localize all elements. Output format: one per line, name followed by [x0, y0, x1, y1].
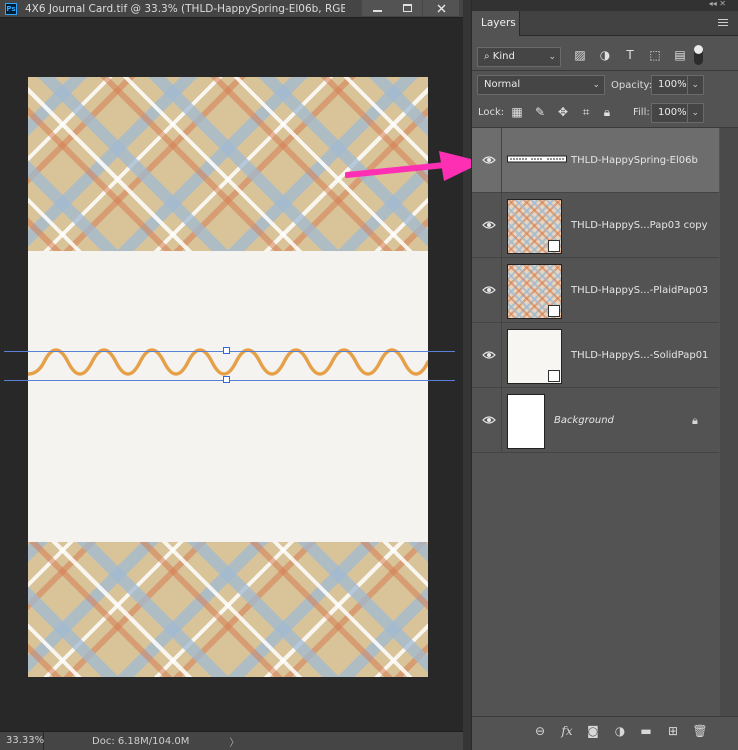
opacity-field[interactable]: 100% ⌄ [651, 75, 704, 95]
smart-object-icon [548, 240, 560, 252]
chevron-down-icon[interactable]: ⌄ [687, 104, 699, 122]
filter-pixel-icon[interactable]: ▨ [573, 48, 587, 62]
zoom-level[interactable]: 33.33% [0, 732, 44, 750]
opacity-value: 100% [658, 79, 687, 90]
transform-handle-top[interactable] [223, 347, 230, 354]
layers-panel-footer: ⊖ fx ◙ ◑ ▬ ⊞ 🗑︎ [472, 716, 738, 750]
layer-thumbnail [507, 155, 567, 163]
eye-icon [482, 286, 496, 294]
filter-smart-object-icon[interactable]: ▤ [673, 48, 687, 62]
doc-size: Doc: 6.18M/104.0M [92, 735, 190, 747]
lock-position-icon[interactable]: ✥ [556, 105, 570, 119]
eye-icon [482, 156, 496, 164]
smart-object-icon [548, 370, 560, 382]
layer-row[interactable]: Background 🔒︎ [472, 388, 719, 453]
eye-icon [482, 416, 496, 424]
mask-icon[interactable]: ◙ [585, 723, 601, 739]
visibility-toggle[interactable] [472, 193, 502, 258]
lock-icon[interactable]: 🔒︎ [692, 414, 698, 428]
layer-name[interactable]: THLD-HappySpring-El06b [571, 128, 698, 193]
filter-adjustment-icon[interactable]: ◑ [598, 48, 612, 62]
panel-menu-icon[interactable] [718, 19, 728, 27]
filter-type-icon[interactable]: T [623, 48, 637, 62]
layer-thumbnail [507, 199, 562, 254]
layer-name[interactable]: THLD-HappyS...Pap03 copy [571, 193, 708, 258]
maximize-button[interactable] [392, 0, 422, 16]
document-titlebar[interactable]: Ps 4X6 Journal Card.tif @ 33.3% (THLD-Ha… [0, 0, 463, 18]
adjustment-icon[interactable]: ◑ [612, 723, 628, 739]
layer-thumbnail [507, 264, 562, 319]
lock-all-icon[interactable]: 🔒︎ [600, 105, 614, 119]
panel-tab-bar: Layers [472, 11, 738, 36]
lock-label: Lock: [478, 107, 505, 118]
maximize-icon [402, 4, 412, 12]
photoshop-icon: Ps [5, 2, 17, 15]
layer-name[interactable]: Background [554, 388, 614, 453]
trash-icon[interactable]: 🗑︎ [692, 723, 708, 739]
fill-field[interactable]: 100% ⌄ [651, 103, 704, 123]
layer-name[interactable]: THLD-HappyS...-SolidPap01 [571, 323, 708, 388]
visibility-toggle[interactable] [472, 128, 502, 193]
visibility-toggle[interactable] [472, 323, 502, 388]
document-status-bar: 33.33% Doc: 6.18M/104.0M 〉 [0, 731, 463, 750]
chevron-down-icon[interactable]: ⌄ [687, 76, 699, 94]
tab-layers[interactable]: Layers [472, 11, 520, 36]
link-icon[interactable]: ⊖ [532, 723, 548, 739]
eye-icon [482, 221, 496, 229]
filter-toggle[interactable] [694, 45, 703, 65]
eye-icon [482, 351, 496, 359]
blend-mode-value: Normal [484, 79, 521, 90]
status-menu-arrow-icon[interactable]: 〉 [229, 734, 239, 749]
layer-thumbnail [507, 394, 545, 449]
transform-handle-bottom[interactable] [223, 376, 230, 383]
layer-row[interactable]: THLD-HappyS...-PlaidPap03 [472, 258, 719, 323]
lock-artboard-icon[interactable]: ⌗ [579, 105, 593, 119]
minimize-icon [372, 10, 382, 12]
panel-collapse-strip[interactable]: ◂◂ ✕ [472, 0, 738, 11]
filter-kind-dropdown[interactable]: ⌕ Kind ⌄ [477, 47, 561, 67]
chevron-down-icon: ⌄ [548, 52, 556, 62]
chevron-down-icon: ⌄ [592, 80, 600, 90]
close-button[interactable] [423, 0, 459, 16]
lock-transparent-icon[interactable]: ▦ [510, 105, 524, 119]
new-layer-icon[interactable]: ⊞ [665, 723, 681, 739]
fx-icon[interactable]: fx [559, 723, 575, 739]
document-window: Ps 4X6 Journal Card.tif @ 33.3% (THLD-Ha… [0, 0, 463, 750]
close-icon [437, 4, 445, 12]
opacity-label: Opacity: [611, 80, 653, 91]
folder-icon[interactable]: ▬ [638, 723, 654, 739]
lock-brush-icon[interactable]: ✎ [533, 105, 547, 119]
document-title: 4X6 Journal Card.tif @ 33.3% (THLD-Happy… [25, 2, 345, 15]
layers-panel: ◂◂ ✕ Layers ⌕ Kind ⌄ ▨ ◑ T ⬚ ▤ Normal ⌄ … [471, 0, 738, 750]
search-icon: ⌕ [484, 51, 493, 62]
canvas-area[interactable] [4, 18, 455, 731]
layer-name[interactable]: THLD-HappyS...-PlaidPap03 [571, 258, 708, 323]
visibility-toggle[interactable] [472, 258, 502, 323]
layer-row[interactable]: THLD-HappyS...Pap03 copy [472, 193, 719, 258]
layer-thumbnail [507, 329, 562, 384]
pink-arrow-annotation [345, 151, 483, 181]
filter-shape-icon[interactable]: ⬚ [648, 48, 662, 62]
fill-value: 100% [658, 107, 687, 118]
smart-object-icon [548, 305, 560, 317]
filter-kind-label: Kind [492, 51, 515, 62]
blend-mode-dropdown[interactable]: Normal ⌄ [477, 75, 605, 95]
layer-row[interactable]: THLD-HappyS...-SolidPap01 [472, 323, 719, 388]
collapse-icon[interactable]: ◂◂ ✕ [709, 0, 726, 8]
fill-label: Fill: [633, 107, 650, 118]
plaid-paper-bottom [28, 542, 428, 677]
separator [472, 70, 738, 71]
layers-scrollbar[interactable] [720, 128, 738, 716]
visibility-toggle[interactable] [472, 388, 502, 453]
layer-row[interactable]: THLD-HappySpring-El06b [472, 128, 719, 193]
minimize-button[interactable] [362, 0, 392, 16]
